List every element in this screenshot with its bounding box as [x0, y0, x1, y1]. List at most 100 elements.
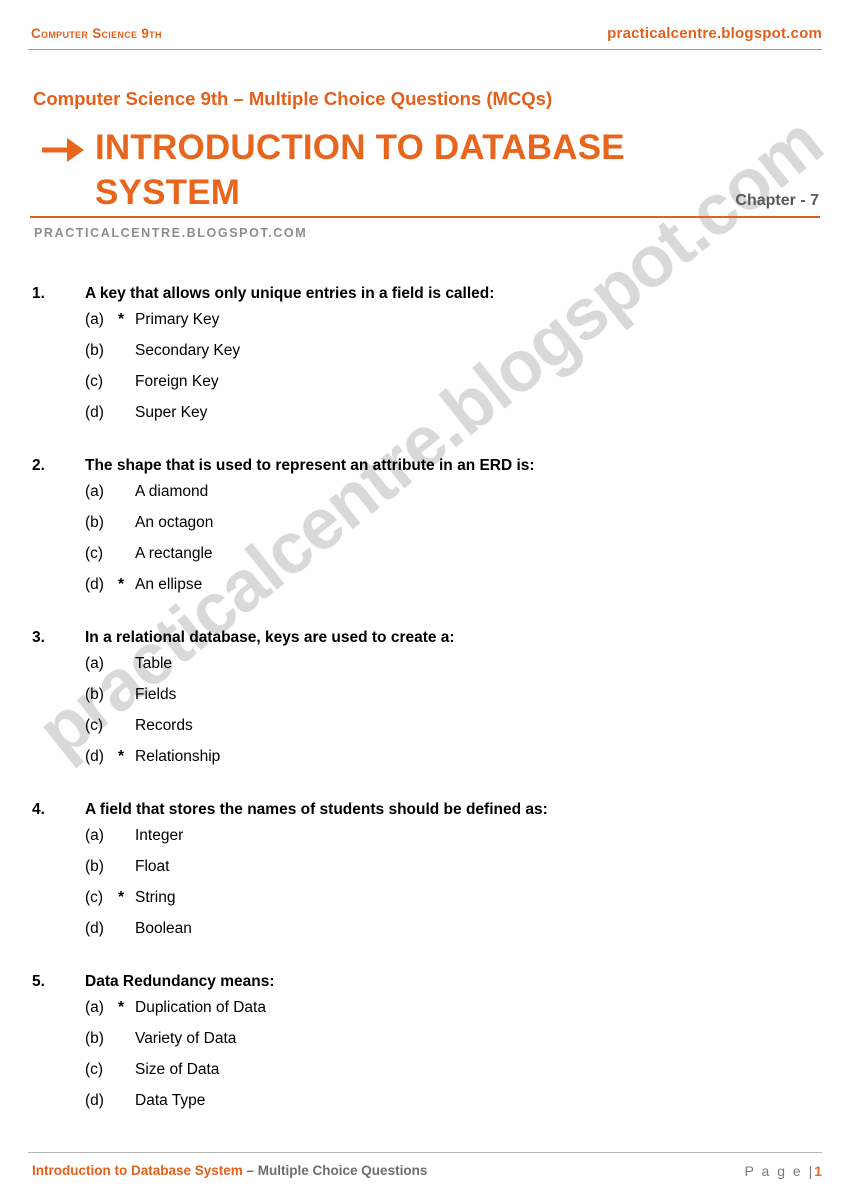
option-row[interactable]: (a) Table — [0, 655, 849, 686]
option-row[interactable]: (c) Foreign Key — [0, 373, 849, 404]
document-page: practicalcentre.blogspot.com Computer Sc… — [0, 0, 849, 1202]
running-head: Computer Science 9th practicalcentre.blo… — [28, 25, 822, 50]
correct-answer-marker: * — [118, 311, 125, 328]
running-head-site: practicalcentre.blogspot.com — [607, 25, 822, 42]
option-text: Primary Key — [135, 311, 220, 328]
question-row: 3. In a relational database, keys are use… — [0, 629, 849, 655]
option-label: (a) — [85, 827, 104, 844]
option-label: (d) — [85, 404, 104, 421]
arrow-right-icon — [40, 130, 86, 170]
mcq-item: 1. A key that allows only unique entries … — [0, 285, 849, 435]
option-text: String — [135, 889, 176, 906]
option-text: Secondary Key — [135, 342, 241, 359]
option-label: (a) — [85, 311, 104, 328]
mcq-item: 3. In a relational database, keys are use… — [0, 629, 849, 779]
option-label: (b) — [85, 514, 104, 531]
correct-answer-marker: * — [118, 748, 125, 765]
option-label: (b) — [85, 686, 104, 703]
option-text: Size of Data — [135, 1061, 220, 1078]
option-label: (d) — [85, 1092, 104, 1109]
option-label: (d) — [85, 920, 104, 937]
option-row[interactable]: (b) Variety of Data — [0, 1030, 849, 1061]
footer-title: Introduction to Database System – Multip… — [32, 1163, 427, 1178]
question-number: 4. — [32, 801, 45, 818]
option-text: Integer — [135, 827, 184, 844]
option-row[interactable]: (a) * Duplication of Data — [0, 999, 849, 1030]
option-label: (c) — [85, 717, 104, 734]
option-label: (b) — [85, 858, 104, 875]
option-label: (a) — [85, 483, 104, 500]
page-indicator: P a g e |1 — [745, 1163, 822, 1179]
option-text: Records — [135, 717, 193, 734]
option-label: (c) — [85, 373, 104, 390]
option-row[interactable]: (d) Super Key — [0, 404, 849, 435]
question-number: 3. — [32, 629, 45, 646]
running-head-subject: Computer Science 9th — [31, 26, 162, 41]
subject-line: Computer Science 9th – Multiple Choice Q… — [33, 88, 553, 109]
mcq-list: 1. A key that allows only unique entries … — [0, 285, 849, 1145]
question-text: A field that stores the names of student… — [85, 801, 548, 818]
option-row[interactable]: (c) * String — [0, 889, 849, 920]
correct-answer-marker: * — [118, 999, 125, 1016]
option-label: (b) — [85, 342, 104, 359]
question-text: Data Redundancy means: — [85, 973, 275, 990]
question-text: The shape that is used to represent an a… — [85, 457, 535, 474]
option-text: Float — [135, 858, 170, 875]
chapter-number: Chapter - 7 — [735, 192, 819, 209]
footer-title-gray: – Multiple Choice Questions — [242, 1163, 428, 1178]
option-label: (c) — [85, 1061, 104, 1078]
site-url-line: PRACTICALCENTRE.BLOGSPOT.COM — [34, 226, 308, 240]
option-label: (a) — [85, 655, 104, 672]
question-row: 4. A field that stores the names of stude… — [0, 801, 849, 827]
option-row[interactable]: (d) * An ellipse — [0, 576, 849, 607]
question-row: 2. The shape that is used to represent an… — [0, 457, 849, 483]
page-label: P a g e | — [744, 1163, 815, 1179]
option-row[interactable]: (a) A diamond — [0, 483, 849, 514]
option-row[interactable]: (b) Fields — [0, 686, 849, 717]
correct-answer-marker: * — [118, 576, 125, 593]
correct-answer-marker: * — [118, 889, 125, 906]
option-text: A diamond — [135, 483, 209, 500]
mcq-item: 5. Data Redundancy means: (a) * Duplication … — [0, 973, 849, 1123]
option-text: Duplication of Data — [135, 999, 266, 1016]
option-row[interactable]: (a) Integer — [0, 827, 849, 858]
footer-title-orange: Introduction to Database System — [32, 1163, 243, 1178]
option-text: Foreign Key — [135, 373, 219, 390]
option-text: An octagon — [135, 514, 214, 531]
option-row[interactable]: (b) Secondary Key — [0, 342, 849, 373]
option-text: Data Type — [135, 1092, 206, 1109]
mcq-item: 2. The shape that is used to represent an… — [0, 457, 849, 607]
question-number: 2. — [32, 457, 45, 474]
option-row[interactable]: (b) An octagon — [0, 514, 849, 545]
question-number: 1. — [32, 285, 45, 302]
option-label: (d) — [85, 576, 104, 593]
option-text: Boolean — [135, 920, 192, 937]
option-label: (a) — [85, 999, 104, 1016]
option-row[interactable]: (b) Float — [0, 858, 849, 889]
option-row[interactable]: (d) * Relationship — [0, 748, 849, 779]
option-row[interactable]: (d) Data Type — [0, 1092, 849, 1123]
option-label: (c) — [85, 889, 104, 906]
option-text: Fields — [135, 686, 177, 703]
option-row[interactable]: (c) Records — [0, 717, 849, 748]
title-divider — [30, 216, 820, 218]
option-row[interactable]: (d) Boolean — [0, 920, 849, 951]
option-text: Table — [135, 655, 173, 672]
mcq-item: 4. A field that stores the names of stude… — [0, 801, 849, 951]
question-row: 1. A key that allows only unique entries … — [0, 285, 849, 311]
option-label: (d) — [85, 748, 104, 765]
option-label: (c) — [85, 545, 104, 562]
option-row[interactable]: (c) Size of Data — [0, 1061, 849, 1092]
page-footer: Introduction to Database System – Multip… — [28, 1152, 822, 1193]
option-text: Super Key — [135, 404, 208, 421]
option-text: Variety of Data — [135, 1030, 237, 1047]
option-text: An ellipse — [135, 576, 203, 593]
page-number: 1 — [814, 1163, 822, 1179]
question-row: 5. Data Redundancy means: — [0, 973, 849, 999]
option-row[interactable]: (c) A rectangle — [0, 545, 849, 576]
option-row[interactable]: (a) * Primary Key — [0, 311, 849, 342]
option-label: (b) — [85, 1030, 104, 1047]
question-number: 5. — [32, 973, 45, 990]
option-text: A rectangle — [135, 545, 213, 562]
page-title: INTRODUCTION TO DATABASE SYSTEM — [95, 128, 625, 212]
